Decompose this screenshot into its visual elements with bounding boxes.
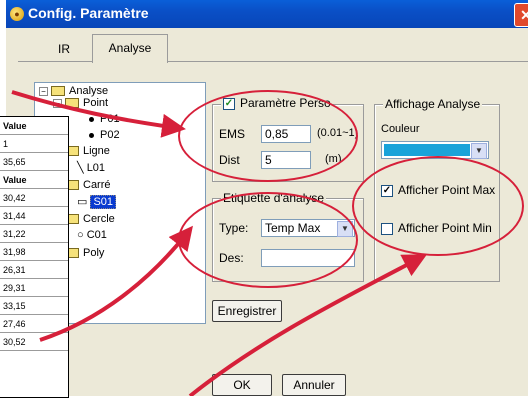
type-label: Type: — [219, 221, 249, 235]
close-button[interactable]: ✕ — [514, 3, 528, 27]
table-cell: 30,52 — [0, 332, 68, 351]
folder-icon — [65, 98, 79, 109]
des-input[interactable] — [261, 249, 355, 267]
tab-ir[interactable]: IR — [36, 38, 92, 60]
line-icon: ╲ — [77, 162, 84, 174]
table-cell: 35,65 — [0, 152, 68, 171]
chevron-down-icon[interactable]: ▼ — [337, 221, 353, 237]
tree-label: Carré — [83, 179, 111, 191]
tree-node-cercle[interactable]: Cercle — [65, 213, 115, 225]
table-row: 31,98 — [0, 242, 68, 261]
checkbox-checked-icon[interactable]: ✓ — [223, 97, 235, 110]
point-icon — [89, 116, 94, 122]
table-cell: 27,46 — [0, 314, 68, 333]
table-cell: 31,22 — [0, 224, 68, 243]
collapse-icon[interactable]: − — [39, 86, 48, 96]
table-cell: Value — [0, 170, 68, 189]
window-title: Config. Paramètre — [28, 5, 149, 21]
tree-label: S01 — [90, 195, 117, 209]
table-row: 1 — [0, 134, 68, 153]
etiquette-group: Etiquette d'analyse Type: Temp Max ▼ Des… — [212, 191, 364, 282]
etiquette-title: Etiquette d'analyse — [221, 191, 327, 205]
ok-button[interactable]: OK — [212, 374, 272, 396]
tab-analyse[interactable]: Analyse — [92, 34, 168, 63]
table-row: 30,52 — [0, 332, 68, 351]
checkbox-checked-icon[interactable]: ✓ — [381, 184, 393, 197]
chevron-down-icon[interactable]: ▼ — [471, 143, 487, 159]
tree-item-l01[interactable]: ╲ L01 — [77, 161, 105, 174]
parametre-perso-group: ✓ Paramètre Perso EMS 0,85 (0.01~1) Dist … — [212, 96, 364, 182]
checkbox-label: Paramètre Perso — [240, 96, 331, 110]
tree-item-p01[interactable]: P01 — [89, 113, 120, 125]
table-row: Value — [0, 117, 68, 135]
dist-label: Dist — [219, 153, 240, 167]
tree-node-point[interactable]: − Point — [53, 97, 108, 109]
tree-label: Point — [83, 97, 109, 109]
tree-label: P01 — [100, 113, 120, 125]
tree-node-carre[interactable]: Carré — [65, 179, 111, 191]
table-cell: 33,15 — [0, 296, 68, 315]
point-max-checkbox[interactable]: ✓ Afficher Point Max — [381, 183, 495, 197]
collapse-icon[interactable]: − — [53, 98, 62, 108]
tree-node-analyse[interactable]: − Analyse — [39, 85, 108, 97]
ems-input[interactable]: 0,85 — [261, 125, 311, 143]
dist-unit: (m) — [325, 153, 342, 165]
des-label: Des: — [219, 251, 244, 265]
tree-node-poly[interactable]: Poly — [65, 247, 104, 259]
couleur-label: Couleur — [381, 123, 420, 135]
tree-node-ligne[interactable]: Ligne — [65, 145, 110, 157]
values-table-grid: Value 1 35,65 Value 30,42 31,44 31,22 31,98 26,3… — [0, 117, 68, 351]
tree-label: Ligne — [83, 145, 110, 157]
table-row: 31,44 — [0, 206, 68, 225]
ems-label: EMS — [219, 127, 246, 141]
table-cell: 29,31 — [0, 278, 68, 297]
checkbox-label: Afficher Point Min — [398, 221, 492, 235]
tree-item-s01[interactable]: ▭ S01 — [77, 195, 117, 209]
affichage-group: Affichage Analyse Couleur ▼ ✓ Afficher Po… — [374, 97, 500, 282]
table-row: 35,65 — [0, 152, 68, 171]
point-icon — [89, 132, 94, 138]
title-bar[interactable]: ● Config. Paramètre ✕ — [6, 0, 528, 28]
affichage-title: Affichage Analyse — [383, 97, 483, 111]
table-row: 31,22 — [0, 224, 68, 243]
tree-label: Analyse — [69, 85, 109, 97]
tree-label: Poly — [83, 247, 105, 259]
tree-label: Cercle — [83, 213, 115, 225]
tree-item-p02[interactable]: P02 — [89, 129, 120, 141]
checkbox-unchecked-icon[interactable] — [381, 222, 393, 235]
table-cell: 1 — [0, 134, 68, 153]
table-row: 29,31 — [0, 278, 68, 297]
ems-range: (0.01~1) — [317, 127, 359, 139]
tree-label: C01 — [86, 229, 107, 241]
config-window: ● Config. Paramètre ✕ IR Analyse − Analys… — [6, 0, 528, 396]
tree-label: L01 — [86, 162, 106, 174]
color-swatch — [384, 144, 470, 156]
table-cell: 31,98 — [0, 242, 68, 261]
couleur-select[interactable]: ▼ — [381, 141, 489, 159]
table-cell: Value — [0, 117, 68, 135]
checkbox-label: Afficher Point Max — [398, 183, 496, 197]
table-row: Value — [0, 170, 68, 189]
dist-input[interactable]: 5 — [261, 151, 311, 169]
table-row: 27,46 — [0, 314, 68, 333]
values-table: Value 1 35,65 Value 30,42 31,44 31,22 31,98 26,3… — [0, 116, 69, 398]
table-cell: 30,42 — [0, 188, 68, 207]
tree-label: P02 — [100, 129, 120, 141]
table-row: 30,42 — [0, 188, 68, 207]
square-icon: ▭ — [77, 196, 88, 208]
table-row: 33,15 — [0, 296, 68, 315]
table-cell: 26,31 — [0, 260, 68, 279]
type-value: Temp Max — [265, 221, 321, 235]
point-min-checkbox[interactable]: Afficher Point Min — [381, 221, 492, 235]
table-cell: 31,44 — [0, 206, 68, 225]
table-row: 26,31 — [0, 260, 68, 279]
folder-icon — [51, 86, 65, 97]
circle-icon: ○ — [77, 229, 84, 241]
parametre-perso-checkbox[interactable]: ✓ Paramètre Perso — [221, 96, 333, 110]
tree-item-c01[interactable]: ○ C01 — [77, 229, 107, 241]
app-icon: ● — [10, 7, 24, 21]
cancel-button[interactable]: Annuler — [282, 374, 346, 396]
save-button[interactable]: Enregistrer — [212, 300, 282, 322]
type-select[interactable]: Temp Max ▼ — [261, 219, 355, 237]
